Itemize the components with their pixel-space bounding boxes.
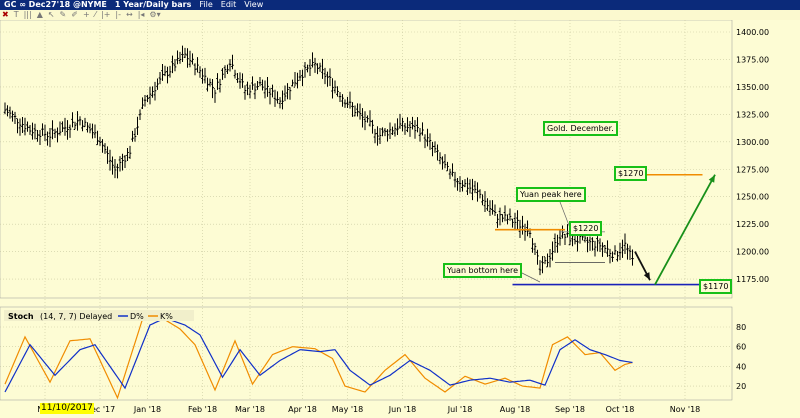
- settings-icon[interactable]: ⚙▾: [149, 10, 160, 20]
- time-axis-label: Nov '18: [670, 405, 701, 414]
- time-axis-label: Apr '18: [288, 405, 317, 414]
- stoch-axis-label: 20: [736, 382, 746, 391]
- price-axis-label: 1300.00: [736, 138, 769, 147]
- price-axis-label: 1250.00: [736, 193, 769, 202]
- time-axis-label: Jun '18: [388, 405, 416, 414]
- menu-edit[interactable]: Edit: [221, 0, 237, 10]
- time-axis-label: Aug '18: [500, 405, 531, 414]
- label-gold-december[interactable]: Gold. December.: [543, 121, 618, 136]
- label-1220[interactable]: $1220: [569, 221, 603, 236]
- label-1170[interactable]: $1170: [699, 279, 733, 294]
- time-icon[interactable]: |◂: [138, 10, 145, 20]
- price-axis-label: 1325.00: [736, 110, 769, 119]
- label-1270[interactable]: $1270: [614, 166, 648, 181]
- time-axis-label: Jan '18: [133, 405, 161, 414]
- menu-view[interactable]: View: [244, 0, 263, 10]
- symbol-selector[interactable]: GC ∞ Dec27'18 @NYME: [4, 0, 107, 10]
- time-axis-label: Jul '18: [447, 405, 473, 414]
- eraser-icon[interactable]: ✐: [71, 10, 78, 20]
- timeframe-selector[interactable]: 1 Year/Daily bars: [115, 0, 191, 10]
- crosshair-icon[interactable]: +: [83, 10, 90, 20]
- stoch-title: Stoch: [8, 312, 34, 321]
- cursor-date-tag: 11/10/2017: [40, 403, 94, 414]
- price-axis-label: 1375.00: [736, 55, 769, 64]
- text-icon[interactable]: T: [14, 10, 19, 20]
- stoch-k-legend[interactable]: K%: [160, 312, 173, 321]
- time-axis-label: May '18: [332, 405, 363, 414]
- cursor-icon[interactable]: ↖: [48, 10, 55, 20]
- label-yuan-bottom[interactable]: Yuan bottom here: [443, 263, 523, 278]
- stoch-axis-label: 80: [736, 323, 746, 332]
- time-axis-label: Mar '18: [235, 405, 265, 414]
- pencil-icon[interactable]: ✎: [60, 10, 67, 20]
- time-axis-label: Oct '18: [606, 405, 635, 414]
- time-axis-label: Sep '18: [555, 405, 585, 414]
- price-axis-label: 1400.00: [736, 28, 769, 37]
- price-axis-label: 1225.00: [736, 220, 769, 229]
- trendline-icon[interactable]: ⁄: [95, 10, 96, 20]
- stoch-axis-label: 40: [736, 362, 746, 371]
- zoom-in-icon[interactable]: |+: [101, 10, 110, 20]
- price-axis-label: 1175.00: [736, 275, 769, 284]
- stoch-d-legend[interactable]: D%: [130, 312, 144, 321]
- menu-file[interactable]: File: [199, 0, 212, 10]
- stoch-axis-label: 60: [736, 343, 746, 352]
- window-titlebar: GC ∞ Dec27'18 @NYME 1 Year/Daily bars Fi…: [0, 0, 800, 10]
- price-axis-label: 1350.00: [736, 83, 769, 92]
- bar-icon[interactable]: |||: [24, 10, 32, 20]
- price-chart[interactable]: 1400.00 1375.00 1350.00 1325.00 1300.00 1275.…: [0, 0, 800, 418]
- pan-icon[interactable]: ↔: [126, 10, 133, 20]
- time-axis-label: Feb '18: [188, 405, 217, 414]
- price-axis-label: 1275.00: [736, 165, 769, 174]
- stoch-params: (14, 7, 7) Delayed: [40, 312, 112, 321]
- mountain-icon[interactable]: ▲: [37, 10, 43, 20]
- price-axis-label: 1200.00: [736, 248, 769, 257]
- zoom-out-icon[interactable]: |-: [115, 10, 121, 20]
- drawing-toolbar: ✖ T ||| ▲ ↖ ✎ ✐ + ⁄ |+ |- ↔ |◂ ⚙▾: [0, 10, 800, 20]
- close-icon[interactable]: ✖: [2, 10, 9, 20]
- label-yuan-peak[interactable]: Yuan peak here: [516, 187, 586, 202]
